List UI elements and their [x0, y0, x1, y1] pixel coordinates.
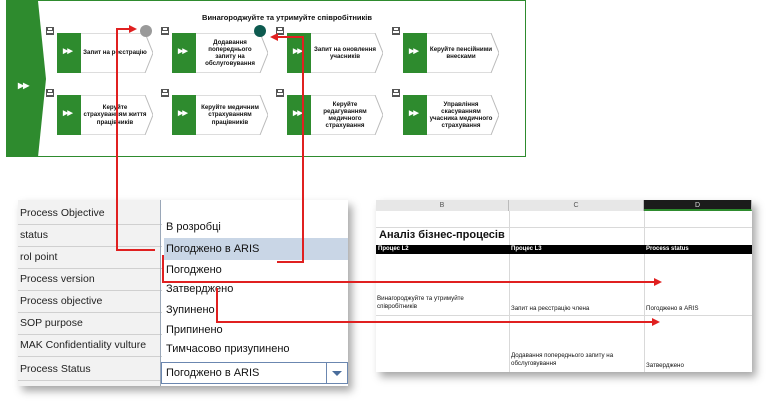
property-label: Process Status [18, 358, 162, 381]
column-header-selected[interactable]: D [644, 200, 752, 211]
step-label: Керуйте страхуванням життя працівників [83, 104, 147, 126]
hierarchy-icon [46, 89, 54, 97]
table-cell[interactable]: Додавання попереднього запиту на обслуго… [511, 352, 641, 368]
status-option[interactable]: Зупинено [164, 299, 348, 321]
hierarchy-icon [161, 27, 169, 35]
step-label: Керуйте пенсійними внесками [429, 45, 493, 60]
column-header[interactable]: B [376, 200, 509, 211]
hierarchy-icon [392, 89, 400, 97]
step-marker-icon: ▶▶ [409, 110, 419, 117]
step-marker-icon: ▶▶ [63, 48, 73, 55]
table-cell[interactable]: Запит на реєстрацію члена [511, 305, 641, 313]
chevron-down-icon[interactable] [326, 363, 347, 383]
table-header-cell: Process status [644, 245, 752, 254]
process-step[interactable]: ▶▶ Керуйте пенсійними внесками [392, 27, 499, 73]
step-label: Додавання попереднього запиту на обслуго… [205, 38, 255, 68]
step-label: Керуйте редагуванням медичного страхуван… [323, 100, 367, 130]
step-label: Запит на оновлення учасників [314, 45, 376, 60]
hierarchy-icon [392, 27, 400, 35]
step-label: Керуйте медичним страхуванням працівникі… [201, 104, 259, 126]
status-option[interactable]: Тимчасово призупинено [164, 338, 348, 360]
process-step[interactable]: ▶▶ Керуйте медичним страхуванням працівн… [161, 89, 268, 135]
process-step[interactable]: ▶▶ Запит на реєстрацію [46, 27, 153, 73]
process-step[interactable]: ▶▶ Запит на оновлення учасників [276, 27, 383, 73]
process-step[interactable]: ▶▶ Керуйте страхуванням життя працівникі… [46, 89, 153, 135]
step-marker-icon: ▶▶ [178, 48, 188, 55]
table-cell[interactable]: Винагороджуйте та утримуйте співробітник… [377, 295, 505, 311]
process-status-select[interactable]: Погоджено в ARIS [161, 362, 348, 384]
property-panel: Process Objective status rol point Proce… [18, 200, 348, 386]
process-step[interactable]: ▶▶ Керуйте редагуванням медичного страху… [276, 89, 383, 135]
diagram-title: Винагороджуйте та утримуйте співробітник… [202, 13, 372, 22]
step-marker-icon: ▶▶ [63, 110, 73, 117]
hierarchy-icon [46, 27, 54, 35]
property-label: rol point [18, 246, 162, 269]
table-header-cell: Процес L3 [509, 245, 644, 254]
property-label: Process objective [18, 290, 162, 313]
property-label: Process Objective [18, 202, 162, 225]
status-dot-grey [140, 25, 152, 37]
property-label: status [18, 224, 162, 247]
status-dot-teal [254, 25, 266, 37]
table-header-cell: Процес L2 [376, 245, 509, 254]
step-label: Управління скасуванням учасника медичног… [429, 100, 493, 130]
diagram-left-bar: ▶▶ [7, 1, 46, 157]
status-option[interactable]: Затверджено [164, 278, 348, 300]
status-option[interactable]: В розробці [164, 216, 348, 238]
property-label: MAK Confidentiality vulture [18, 334, 162, 357]
status-option-selected[interactable]: Погоджено в ARIS [164, 238, 348, 260]
process-step[interactable]: ▶▶ Додавання попереднього запиту на обсл… [161, 27, 268, 73]
property-label: SOP purpose [18, 312, 162, 335]
hierarchy-icon [276, 27, 284, 35]
table-cell[interactable]: Затверджено [646, 362, 750, 370]
step-marker-icon: ▶▶ [409, 48, 419, 55]
sheet-title: Аналіз бізнес-процесів [379, 229, 505, 241]
process-marker-icon: ▶▶ [18, 81, 29, 90]
process-status-value: Погоджено в ARIS [166, 367, 260, 379]
spreadsheet: B C D Аналіз бізнес-процесів Процес L2 П… [376, 200, 752, 372]
step-label: Запит на реєстрацію [83, 49, 147, 57]
hierarchy-icon [161, 89, 169, 97]
table-cell[interactable]: Погоджено в ARIS [646, 305, 750, 313]
column-header[interactable]: C [509, 200, 644, 211]
step-marker-icon: ▶▶ [293, 110, 303, 117]
process-diagram: ▶▶ Винагороджуйте та утримуйте співробіт… [6, 0, 526, 157]
property-label: Process version [18, 268, 162, 291]
step-marker-icon: ▶▶ [178, 110, 188, 117]
hierarchy-icon [276, 89, 284, 97]
process-step[interactable]: ▶▶ Управління скасуванням учасника медич… [392, 89, 499, 135]
step-marker-icon: ▶▶ [293, 48, 303, 55]
